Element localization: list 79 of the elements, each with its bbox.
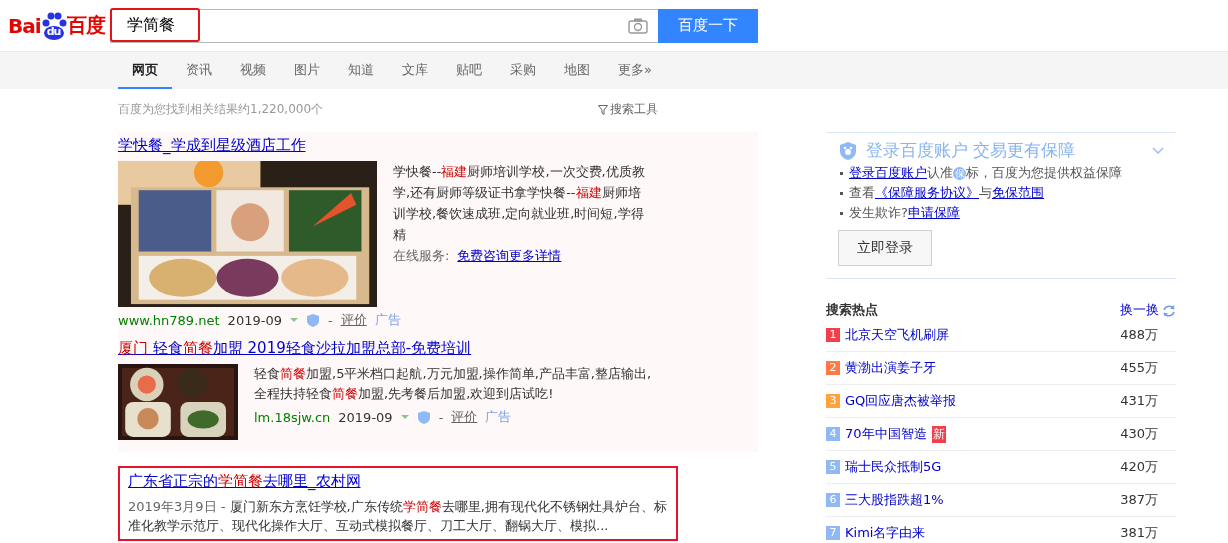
rank-badge: 6 [826,493,840,507]
panel-link[interactable]: 《保障服务协议》 [875,184,979,202]
nav-tab[interactable]: 图片 [280,52,334,89]
refresh-icon [1162,303,1176,317]
hot-search-link[interactable]: Kimi名字由来 [845,524,926,542]
search-count: 430万 [1120,425,1158,443]
shield-icon [838,140,858,161]
search-button[interactable]: 百度一下 [658,8,758,43]
ad-label: 广告 [374,311,401,329]
search-count: 488万 [1120,326,1158,344]
panel-text: 发生欺诈? [849,204,908,222]
nav-tab[interactable]: 更多» [604,52,666,89]
nav-tab[interactable]: 视频 [226,52,280,89]
hot-search-link[interactable]: 黄渤出演姜子牙 [845,359,936,377]
section-title: 搜索热点 [826,301,878,319]
filter-icon [598,104,608,115]
rank-badge: 3 [826,394,840,408]
rank-badge: 7 [826,526,840,540]
panel-link[interactable]: 申请保障 [907,204,960,222]
result-snippet: 2019年3月9日 - 厦门新东方烹饪学校,广东传统学简餐去哪里,拥有现代化不锈钢灶具炉台、标准化教学示范厅、现代化操作大厅、互动式模拟餐厅、刀工大厅、翻锅大厅、模拟... [128,498,668,535]
nav-tab[interactable]: 知道 [334,52,388,89]
consult-link[interactable]: 免费咨询更多详情 [457,247,562,265]
rank-badge: 4 [826,427,840,441]
nav-tab[interactable]: 资讯 [172,52,226,89]
result-snippet: 学快餐--福建厨师培训学校,一次交费,优质教学,还有厨师等级证书拿学快餐--福建厨师培训学校,餐饮速成班,定向就业班,时间短,学得精 [393,163,645,244]
panel-text: 查看 [849,184,875,202]
search-count: 431万 [1120,392,1158,410]
hot-search-link[interactable]: 瑞士民众抵制5G [845,458,942,476]
search-tools-link[interactable]: 搜索工具 [598,101,658,118]
panel-text: 标，百度为您提供权益保障 [966,164,1122,182]
panel-text: 认准 [927,164,953,182]
rating-link[interactable]: 评价 [451,408,478,426]
separator-text: - [438,409,444,425]
ad-label: 广告 [485,408,512,426]
rank-badge: 5 [826,460,840,474]
search-count: 420万 [1120,458,1158,476]
service-label: 在线服务: [393,247,450,265]
logo-text: 百度 [66,12,105,39]
result-url: lm.18sjw.cn [254,409,331,425]
result-date: 2019-09 [227,312,282,328]
hot-search-link[interactable]: 北京天空飞机刷屏 [845,326,949,344]
rating-link[interactable]: 评价 [340,311,367,329]
nav-tab[interactable]: 文库 [388,52,442,89]
camera-icon[interactable] [628,16,648,34]
panel-link[interactable]: 免保范围 [992,184,1044,202]
chevron-down-icon[interactable] [1152,147,1164,154]
rank-badge: 2 [826,361,840,375]
caret-icon[interactable] [400,415,409,419]
nav-tab[interactable]: 贴吧 [442,52,496,89]
search-count: 381万 [1120,524,1158,542]
panel-title: 登录百度账户 交易更有保障 [866,139,1076,162]
hot-search-link[interactable]: 70年中国智造 [845,425,927,443]
nav-tab[interactable]: 地图 [550,52,604,89]
result-date: 2019-09 [338,409,393,425]
login-button[interactable]: 立即登录 [838,230,932,266]
separator-text: - [327,312,333,328]
bullet [840,191,843,195]
refresh-link[interactable]: 换一换 [1120,301,1176,319]
shield-icon [305,312,320,328]
nav-tab[interactable]: 网页 [118,52,172,89]
bullet [840,171,843,175]
search-count: 387万 [1120,491,1158,509]
search-count: 455万 [1120,359,1158,377]
result-url: www.hn789.net [118,312,220,328]
bullet [840,211,843,215]
shield-icon [416,409,431,425]
hot-search-link[interactable]: 三大股指跌超1% [845,491,944,509]
search-field[interactable]: 学简餐 [110,8,658,43]
caret-icon[interactable] [289,318,298,322]
hot-search-link[interactable]: GQ回应唐杰被举报 [845,392,957,410]
panel-text: 与 [979,184,992,202]
rank-badge: 1 [826,328,840,342]
result-count: 百度为您找到相关结果约1,220,000个 [118,101,324,118]
new-badge: 新 [931,425,946,443]
result-snippet: 轻食简餐加盟,5平米档口起航,万元加盟,操作简单,产品丰富,整店输出,全程扶持轻食简餐加盟,先考餐后加盟,欢迎到店试吃! [254,365,653,403]
guarantee-badge: 保 [953,166,966,180]
panel-link[interactable]: 登录百度账户 [849,164,927,182]
nav-tab[interactable]: 采购 [496,52,550,89]
logo-text: Bai [8,13,41,38]
